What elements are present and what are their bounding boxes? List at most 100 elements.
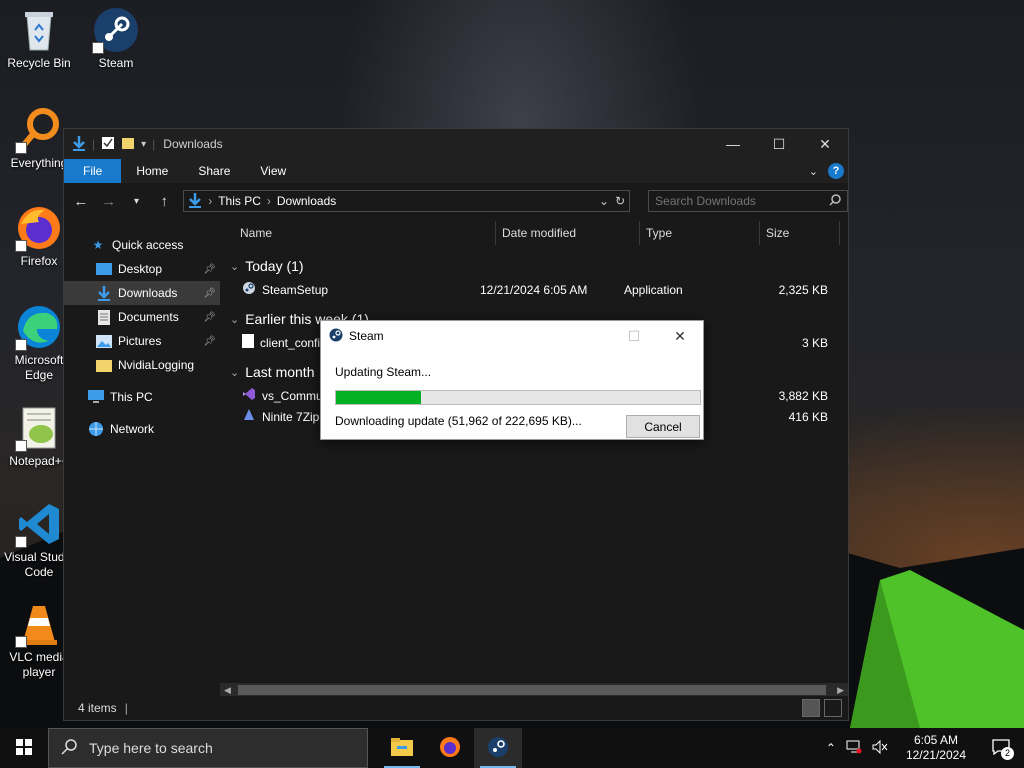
file-name: client_config [260,335,327,350]
nav-this-pc[interactable]: This PC [64,385,220,409]
column-name[interactable]: Name [220,221,496,245]
taskbar-steam[interactable] [474,728,522,768]
nav-item-downloads[interactable]: Downloads 📌︎ [64,281,220,305]
scroll-right-icon[interactable]: ▶ [837,685,848,696]
dialog-title-bar[interactable]: Steam ☐ ✕ [321,321,703,351]
properties-check-icon[interactable] [101,136,115,153]
show-hidden-icons-chevron-icon[interactable]: ⌃ [826,741,836,755]
download-progress-bar [335,390,701,405]
up-arrow-icon[interactable]: ↑ [155,193,173,210]
desktop-icon-recycle-bin[interactable]: Recycle Bin [1,6,77,71]
nav-label: Pictures [118,334,162,348]
column-date-modified[interactable]: Date modified [496,221,640,245]
taskbar-firefox[interactable] [426,728,474,768]
pin-icon[interactable]: 📌︎ [203,264,216,275]
collapse-chevron-icon: ⌄ [230,260,240,273]
taskbar-search-box[interactable]: Type here to search [48,728,368,768]
details-view-icon[interactable] [802,699,820,717]
shortcut-arrow-icon [92,42,104,54]
cancel-button[interactable]: Cancel [626,415,700,438]
notepad-plus-plus-icon [15,404,63,452]
pin-icon[interactable]: 📌︎ [203,336,216,347]
file-size: 416 KB [788,409,828,424]
close-button[interactable]: ✕ [802,129,848,159]
nav-item-documents[interactable]: Documents 📌︎ [64,305,220,329]
tab-file[interactable]: File [64,159,122,183]
column-size[interactable]: Size [760,221,840,245]
nav-item-desktop[interactable]: Desktop 📌︎ [64,257,220,281]
status-bar: 4 items | [64,696,848,720]
minimize-button[interactable]: — [710,129,756,159]
shortcut-arrow-icon [15,339,27,351]
help-icon[interactable]: ? [828,163,844,179]
file-list: Name Date modified Type Size ⌄ Today (1)… [220,219,848,697]
breadcrumb-this-pc[interactable]: This PC [218,194,261,208]
star-icon: ★ [92,238,104,252]
firefox-icon [439,736,461,761]
search-icon [829,193,841,209]
shortcut-arrow-icon [15,636,27,648]
search-icon [61,738,77,758]
steam-icon [487,736,509,761]
taskbar-clock[interactable]: 6:05 AM 12/21/2024 [898,733,974,763]
desktop-icon-label: Steam [98,56,134,70]
file-row[interactable]: SteamSetup 12/21/2024 6:05 AM Applicatio… [220,279,848,300]
forward-arrow-icon[interactable]: → [100,193,118,210]
dialog-close-button[interactable]: ✕ [657,321,703,351]
column-type[interactable]: Type [640,221,760,245]
everything-search-icon [15,106,63,154]
quick-access-toolbar: | ▾ | [72,135,155,154]
clock-date: 12/21/2024 [905,748,966,762]
tab-share[interactable]: Share [183,159,245,183]
action-center-button[interactable]: 2 [984,728,1018,768]
edge-icon [15,303,63,351]
pin-icon[interactable]: 📌︎ [203,312,216,323]
folder-icon [96,357,112,373]
search-input[interactable] [655,194,826,208]
pin-icon[interactable]: 📌︎ [203,288,216,299]
volume-muted-icon[interactable] [872,739,888,757]
explorer-title-bar[interactable]: | ▾ | Downloads — ☐ ✕ [64,129,848,159]
tab-home[interactable]: Home [121,159,183,183]
notification-count-badge: 2 [1001,747,1014,760]
windows-logo-icon [16,738,32,758]
refresh-icon[interactable]: ↻ [615,194,629,208]
taskbar-file-explorer[interactable] [378,728,426,768]
start-button[interactable] [0,728,48,768]
customize-dropdown-icon[interactable]: ▾ [141,139,146,150]
nav-label: NvidiaLogging [118,358,195,372]
maximize-button[interactable]: ☐ [756,129,802,159]
tab-view[interactable]: View [245,159,301,183]
breadcrumb-separator-icon: › [208,194,213,208]
expand-ribbon-chevron-icon[interactable]: ⌄ [809,165,818,178]
pictures-folder-icon [96,333,112,349]
group-header-today[interactable]: ⌄ Today (1) [220,253,848,279]
nav-network[interactable]: Network [64,417,220,441]
nav-label: This PC [110,390,153,404]
search-box[interactable] [648,190,849,212]
network-status-icon[interactable] [846,740,862,757]
dialog-title: Steam [349,329,384,343]
group-title: Last month [245,364,315,380]
recent-locations-chevron-icon[interactable]: ▾ [128,196,146,207]
download-detail-text: Downloading update (51,962 of 222,695 KB… [335,414,582,428]
nav-item-nvidialogging[interactable]: NvidiaLogging [64,353,220,377]
close-icon: ✕ [819,135,831,152]
scroll-left-icon[interactable]: ◀ [220,685,231,696]
nav-quick-access[interactable]: ★ Quick access [64,233,220,257]
address-dropdown-icon[interactable]: ⌄ [599,194,609,208]
scrollbar-thumb[interactable] [238,685,826,695]
file-size: 3 KB [801,335,828,350]
visual-studio-installer-icon [242,387,256,404]
horizontal-scrollbar[interactable]: ◀ ▶ [220,683,848,697]
file-explorer-icon [391,737,413,759]
back-arrow-icon[interactable]: ← [72,193,90,210]
breadcrumb-downloads[interactable]: Downloads [277,194,336,208]
vscode-icon [15,500,63,548]
update-status-text: Updating Steam... [335,365,432,379]
desktop-icon-steam[interactable]: Steam [78,6,154,71]
large-icons-view-icon[interactable] [824,699,842,717]
nav-item-pictures[interactable]: Pictures 📌︎ [64,329,220,353]
address-bar[interactable]: › This PC › Downloads ⌄ ↻ [183,190,631,212]
new-folder-icon[interactable] [121,136,135,153]
